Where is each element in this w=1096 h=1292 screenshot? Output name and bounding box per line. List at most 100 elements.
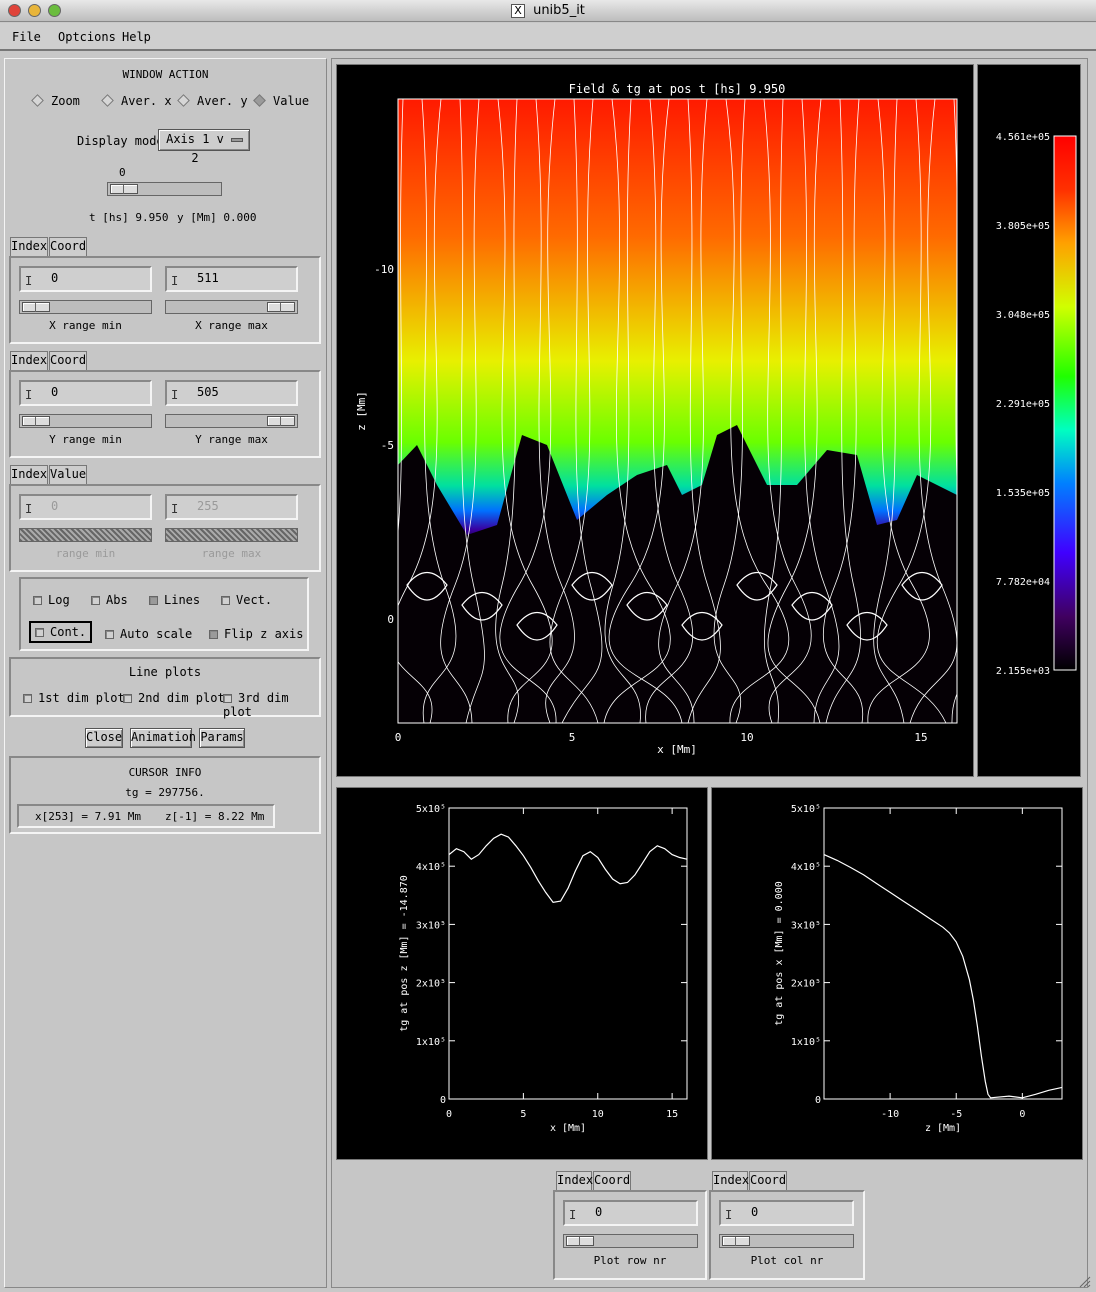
x-axis-label: x [Mm] <box>550 1123 586 1134</box>
ytick-label: 0 <box>815 1095 821 1106</box>
line-plot-x-svg: 0 1x10⁵ 2x10⁵ 3x10⁵ 4x10⁵ 5x10⁵ 0 5 10 15 x [Mm] tg… <box>399 804 688 1134</box>
cursor-info-title: CURSOR INFO <box>128 766 202 779</box>
plot-row-slider[interactable] <box>563 1234 698 1248</box>
line-plots-title: Line plots <box>128 665 202 679</box>
abs-checkbox[interactable]: Abs <box>91 593 128 607</box>
animation-button[interactable]: Animation <box>130 728 196 748</box>
main-ytick--10: -10 <box>374 263 394 276</box>
close-button[interactable]: Close <box>85 728 123 748</box>
menu-file[interactable]: File <box>12 30 41 44</box>
menu-help[interactable]: Help <box>122 30 151 44</box>
main-xtick-15: 15 <box>914 731 927 744</box>
vect-checkbox[interactable]: Vect. <box>221 593 272 607</box>
series-line <box>823 854 1063 1099</box>
cursor-x: x[253] = 7.91 Mm <box>35 810 141 823</box>
tab-y-index[interactable]: Index <box>10 351 48 370</box>
main-ytick-0: 0 <box>387 613 394 626</box>
main-plot-title: Field & tg at pos t [hs] 9.950 <box>569 82 786 96</box>
lines-checkbox[interactable]: Lines <box>149 593 200 607</box>
main-ylabel: z [Mm] <box>355 391 368 431</box>
x-range-min-slider[interactable] <box>19 300 152 314</box>
log-checkbox[interactable]: Log <box>33 593 70 607</box>
line-plot-z-svg: 0 1x10⁵ 2x10⁵ 3x10⁵ 4x10⁵ 5x10⁵ -10 -5 0 z [Mm] tg… <box>774 804 1063 1134</box>
colorbar-label: 2.155e+03 <box>996 666 1050 677</box>
options-group: Log Abs Lines Vect. Cont. Auto scale Fli… <box>19 577 309 651</box>
2nd-dim-plot-checkbox[interactable]: 2nd dim plot <box>123 691 225 705</box>
y-readout: y [Mm] 0.000 <box>177 211 257 224</box>
ytick-label: 2x10⁵ <box>416 979 446 990</box>
ytick-label: 4x10⁵ <box>416 862 446 873</box>
1st-dim-plot-checkbox[interactable]: 1st dim plot <box>23 691 125 705</box>
plot-frame <box>448 807 688 1100</box>
main-xlabel: x [Mm] <box>657 743 697 756</box>
radio-icon <box>177 94 190 107</box>
ytick-label: 1x10⁵ <box>416 1037 446 1048</box>
series-line <box>448 833 688 903</box>
plot-col-slider[interactable] <box>719 1234 854 1248</box>
params-button[interactable]: Params <box>199 728 245 748</box>
tab-row-index[interactable]: Index <box>556 1171 593 1190</box>
cursor-coords-box: x[253] = 7.91 Mm z[-1] = 8.22 Mm <box>17 804 275 828</box>
value-range-max-slider <box>165 528 298 542</box>
auto-scale-checkbox[interactable]: Auto scale <box>105 627 192 641</box>
tab-value-value[interactable]: Value <box>49 465 87 484</box>
tab-col-coord[interactable]: Coord <box>749 1171 787 1190</box>
tab-y-coord[interactable]: Coord <box>49 351 87 370</box>
tab-x-index[interactable]: Index <box>10 237 48 256</box>
3rd-dim-plot-checkbox[interactable]: 3rd dim plot <box>223 691 319 719</box>
plot-row-input[interactable]: I0 <box>563 1200 698 1226</box>
xtick-label: 0 <box>446 1109 452 1120</box>
line-plot-z[interactable]: 0 1x10⁵ 2x10⁵ 3x10⁵ 4x10⁵ 5x10⁵ -10 -5 0 z [Mm] tg… <box>711 787 1083 1160</box>
colorbar-label: 3.805e+05 <box>996 221 1050 232</box>
ytick-label: 1x10⁵ <box>791 1037 821 1048</box>
option-menu-icon <box>231 138 243 142</box>
colorbar-label: 1.535e+05 <box>996 488 1050 499</box>
tab-row-coord[interactable]: Coord <box>593 1171 631 1190</box>
x-range-min-label: X range min <box>49 319 122 332</box>
ytick-label: 0 <box>440 1095 446 1106</box>
plot-col-input[interactable]: I0 <box>719 1200 854 1226</box>
menu-options[interactable]: Optcions <box>58 30 116 44</box>
tab-value-index[interactable]: Index <box>10 465 48 484</box>
cont-checkbox[interactable]: Cont. <box>29 621 93 643</box>
colorbar-label: 4.561e+05 <box>996 132 1050 143</box>
aver-y-radio[interactable]: Aver. y <box>177 94 248 108</box>
zoom-radio[interactable]: Zoom <box>31 94 80 108</box>
value-range-max-input: I 255 <box>165 494 298 520</box>
resize-grip-icon[interactable] <box>1078 1276 1092 1288</box>
time-slider[interactable] <box>107 182 222 196</box>
y-range-max-input[interactable]: I 505 <box>165 380 298 406</box>
line-plot-x[interactable]: 0 1x10⁵ 2x10⁵ 3x10⁵ 4x10⁵ 5x10⁵ 0 5 10 15 x [Mm] tg… <box>336 787 708 1160</box>
y-range-max-slider[interactable] <box>165 414 298 428</box>
y-range-min-slider[interactable] <box>19 414 152 428</box>
radio-icon <box>101 94 114 107</box>
y-range-max-label: Y range max <box>195 433 268 446</box>
x-range-max-slider[interactable] <box>165 300 298 314</box>
tab-col-index[interactable]: Index <box>712 1171 749 1190</box>
flip-z-checkbox[interactable]: Flip z axis <box>209 627 303 641</box>
control-panel: WINDOW ACTION Zoom Aver. x Aver. y Value… <box>4 58 327 1288</box>
plot-row-label: Plot row nr <box>593 1254 667 1267</box>
xtick-label: 15 <box>666 1109 678 1120</box>
y-range-min-input[interactable]: I0 <box>19 380 152 406</box>
line-plots-group: Line plots 1st dim plot 2nd dim plot 3rd… <box>9 657 321 719</box>
xtick-label: -10 <box>881 1109 899 1120</box>
main-plot-window[interactable]: Field & tg at pos t [hs] 9.950 0 5 10 15… <box>336 64 974 777</box>
main-xtick-0: 0 <box>395 731 402 744</box>
value-range-max-label: range max <box>201 547 262 560</box>
x-range-max-input[interactable]: I 511 <box>165 266 298 292</box>
tab-x-coord[interactable]: Coord <box>49 237 87 256</box>
slider-thumb[interactable] <box>110 184 138 194</box>
xtick-label: -5 <box>950 1109 962 1120</box>
colorbar-label: 2.291e+05 <box>996 399 1050 410</box>
value-range-min-label: range min <box>55 547 116 560</box>
value-range-min-slider <box>19 528 152 542</box>
plot-col-label: Plot col nr <box>750 1254 824 1267</box>
value-radio[interactable]: Value <box>253 94 309 108</box>
x-range-min-input[interactable]: I0 <box>19 266 152 292</box>
main-ytick--5: -5 <box>381 439 394 452</box>
cursor-value: tg = 297756. <box>125 786 205 799</box>
y-axis-label: tg at pos x [Mm] = 0.000 <box>774 881 785 1026</box>
display-mode-select[interactable]: Axis 1 v 2 <box>158 129 250 165</box>
aver-x-radio[interactable]: Aver. x <box>101 94 172 108</box>
